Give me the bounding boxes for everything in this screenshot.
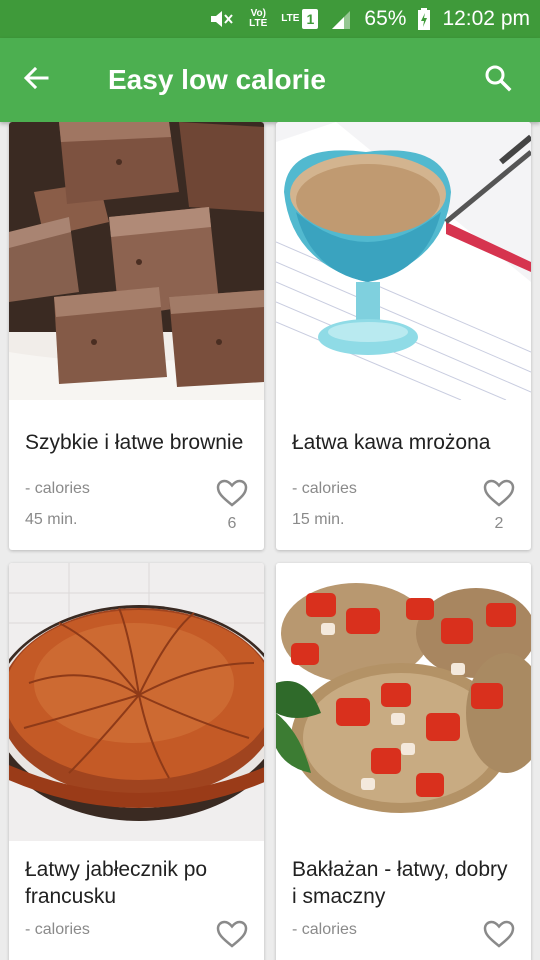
lte-signal-icon: LTE 1 (281, 9, 319, 29)
page-title: Easy low calorie (108, 64, 326, 95)
recipe-card[interactable]: Łatwa kawa mrożona - calories 15 min. 2 (276, 122, 531, 550)
search-icon (484, 64, 512, 97)
lte-label: LTE (281, 13, 300, 24)
recipe-card[interactable]: Bakłażan - łatwy, dobry i smaczny - calo… (276, 563, 531, 960)
brownie-photo (9, 122, 264, 400)
sim-badge: 1 (302, 9, 319, 29)
recipe-card[interactable]: Łatwy jabłecznik po francusku - calories (9, 563, 264, 960)
recipe-grid: Szybkie i łatwe brownie - calories 45 mi… (0, 122, 540, 960)
recipe-name: Bakłażan - łatwy, dobry i smaczny (292, 858, 508, 908)
volte-indicator: Vo) LTE (249, 8, 268, 29)
likes-count: 6 (227, 515, 237, 532)
recipe-calories: - calories (292, 480, 357, 497)
battery-percent: 65% (364, 7, 407, 30)
arrow-back-icon (23, 66, 49, 95)
status-bar: Vo) LTE LTE 1 65% 12:02 pm (0, 0, 540, 38)
iced-coffee-photo (276, 122, 531, 400)
app-bar: Easy low calorie (0, 38, 540, 122)
signal-strength-icon (330, 9, 352, 29)
eggplant-photo (276, 563, 531, 841)
recipe-calories: - calories (25, 480, 90, 497)
favorite-heart-icon[interactable] (216, 919, 248, 949)
recipe-time: 15 min. (292, 511, 345, 528)
recipe-name: Szybkie i łatwe brownie (25, 430, 244, 454)
recipe-calories: - calories (292, 921, 357, 938)
recipe-card[interactable]: Szybkie i łatwe brownie - calories 45 mi… (9, 122, 264, 550)
recipe-time: 45 min. (25, 511, 78, 528)
recipe-name: Łatwy jabłecznik po francusku (25, 858, 208, 908)
back-button[interactable] (0, 38, 72, 122)
mute-icon (209, 8, 235, 30)
battery-charging-icon (418, 8, 431, 30)
favorite-heart-icon[interactable] (483, 919, 515, 949)
recipe-calories: - calories (25, 921, 90, 938)
likes-count: 2 (494, 515, 504, 532)
recipe-name: Łatwa kawa mrożona (292, 430, 491, 454)
search-button[interactable] (456, 38, 540, 122)
favorite-heart-icon[interactable] (483, 478, 515, 508)
apple-pie-photo (9, 563, 264, 841)
clock: 12:02 pm (442, 7, 530, 30)
favorite-heart-icon[interactable] (216, 478, 248, 508)
